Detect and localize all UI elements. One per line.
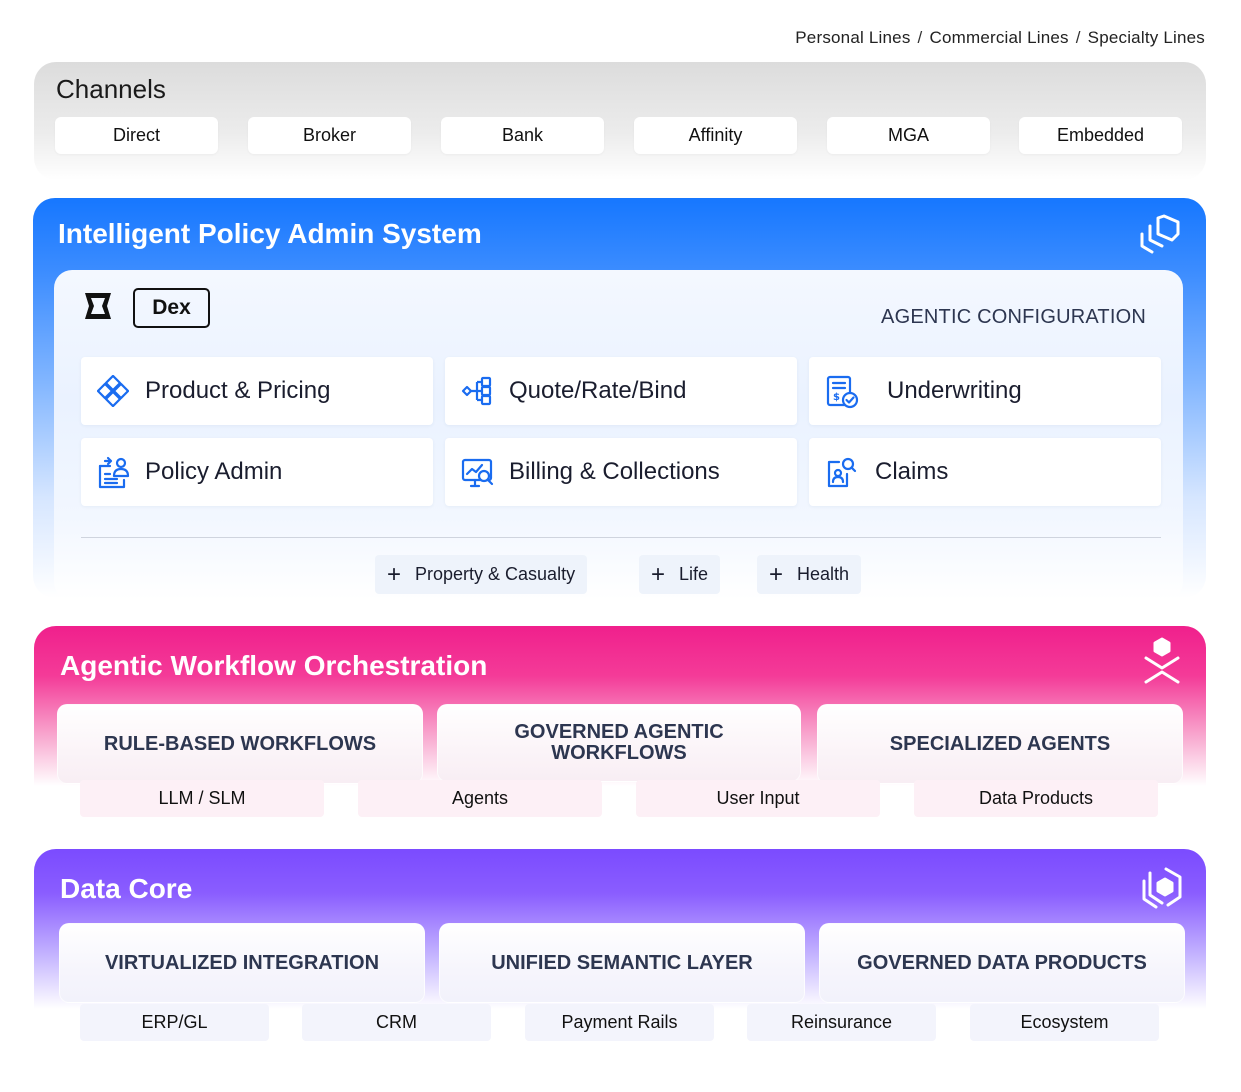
pill-ecosystem[interactable]: Ecosystem [970, 1004, 1159, 1041]
lines-of-business-breadcrumb: Personal Lines / Commercial Lines / Specialt… [795, 28, 1205, 48]
breadcrumb-separator: / [917, 28, 923, 47]
dex-logo-icon [82, 290, 114, 327]
channels-panel: Channels Direct Broker Bank Affinity MGA… [34, 62, 1206, 180]
card-virtualized-integration[interactable]: VIRTUALIZED INTEGRATION [59, 923, 425, 1003]
pill-payment-rails[interactable]: Payment Rails [525, 1004, 714, 1041]
module-label: Claims [875, 458, 949, 485]
line-commercial[interactable]: Commercial Lines [929, 28, 1068, 47]
pill-agents[interactable]: Agents [358, 780, 602, 817]
module-policy-admin[interactable]: Policy Admin [81, 438, 433, 506]
plus-icon: + [651, 561, 666, 588]
data-core-panel: Data Core VIRTUALIZED INTEGRATION UNIFIE… [34, 849, 1206, 1049]
pill-data-products[interactable]: Data Products [914, 780, 1158, 817]
pill-erp-gl[interactable]: ERP/GL [80, 1004, 269, 1041]
divider [81, 537, 1161, 538]
chart-search-icon [461, 456, 495, 495]
pill-crm[interactable]: CRM [302, 1004, 491, 1041]
module-label: Product & Pricing [145, 377, 331, 404]
card-specialized-agents[interactable]: SPECIALIZED AGENTS [817, 704, 1183, 784]
channel-mga[interactable]: MGA [827, 117, 990, 154]
card-unified-semantic-layer[interactable]: UNIFIED SEMANTIC LAYER [439, 923, 805, 1003]
line-label: Health [797, 564, 850, 584]
module-label: Quote/Rate/Bind [509, 377, 687, 404]
awo-title: Agentic Workflow Orchestration [60, 650, 488, 681]
agentic-configuration-label: AGENTIC CONFIGURATION [881, 306, 1146, 328]
line-label: Life [679, 564, 709, 584]
module-quote-rate-bind[interactable]: Quote/Rate/Bind [445, 357, 797, 425]
data-core-title: Data Core [60, 873, 193, 904]
module-claims[interactable]: Claims [809, 438, 1161, 506]
add-life-button[interactable]: + Life [639, 555, 721, 594]
add-property-casualty-button[interactable]: + Property & Casualty [375, 555, 588, 594]
line-personal[interactable]: Personal Lines [795, 28, 910, 47]
channel-broker[interactable]: Broker [248, 117, 411, 154]
policy-admin-system-panel: Intelligent Policy Admin System Dex AGEN… [33, 198, 1206, 600]
plus-icon: + [769, 561, 784, 588]
module-underwriting[interactable]: $ Underwriting [809, 357, 1161, 425]
channels-title: Channels [56, 74, 166, 104]
add-health-button[interactable]: + Health [757, 555, 862, 594]
pas-title: Intelligent Policy Admin System [58, 218, 482, 249]
module-label: Policy Admin [145, 458, 283, 485]
module-product-pricing[interactable]: Product & Pricing [81, 357, 433, 425]
orchestration-logo-icon [1142, 636, 1182, 691]
line-specialty[interactable]: Specialty Lines [1088, 28, 1205, 47]
breadcrumb-separator: / [1075, 28, 1081, 47]
channel-bank[interactable]: Bank [441, 117, 604, 154]
plus-icon: + [387, 561, 402, 588]
pas-inner-panel: Dex AGENTIC CONFIGURATION Product & Pric… [54, 270, 1183, 600]
claims-icon [825, 456, 857, 493]
channel-direct[interactable]: Direct [55, 117, 218, 154]
agentic-workflow-panel: Agentic Workflow Orchestration RULE-BASE… [34, 626, 1206, 826]
module-label: Underwriting [887, 377, 1022, 404]
layers-logo-icon [1138, 212, 1182, 261]
pill-reinsurance[interactable]: Reinsurance [747, 1004, 936, 1041]
line-label: Property & Casualty [415, 564, 576, 584]
channel-affinity[interactable]: Affinity [634, 117, 797, 154]
card-rule-based-workflows[interactable]: RULE-BASED WORKFLOWS [57, 704, 423, 784]
puzzle-icon [96, 374, 130, 412]
module-label: Billing & Collections [509, 458, 720, 485]
document-check-icon: $ [825, 375, 859, 414]
policy-icon [97, 456, 131, 495]
flow-icon [461, 375, 493, 412]
module-billing-collections[interactable]: Billing & Collections [445, 438, 797, 506]
card-governed-agentic-workflows[interactable]: GOVERNED AGENTIC WORKFLOWS [437, 704, 801, 782]
dex-badge: Dex [133, 288, 210, 328]
channel-embedded[interactable]: Embedded [1019, 117, 1182, 154]
pill-llm-slm[interactable]: LLM / SLM [80, 780, 324, 817]
data-core-logo-icon [1140, 865, 1186, 918]
svg-text:$: $ [833, 392, 840, 403]
pill-user-input[interactable]: User Input [636, 780, 880, 817]
card-governed-data-products[interactable]: GOVERNED DATA PRODUCTS [819, 923, 1185, 1003]
